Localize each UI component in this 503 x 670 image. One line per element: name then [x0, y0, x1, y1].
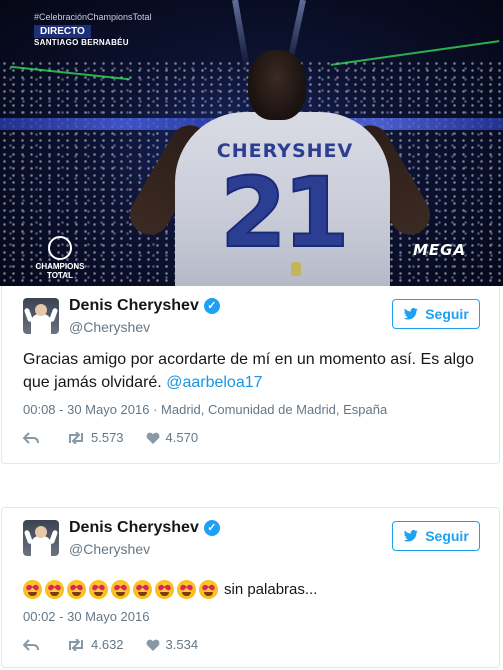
ball-icon [48, 236, 72, 260]
follow-button-label: Seguir [425, 306, 469, 322]
avatar[interactable] [23, 298, 59, 334]
like-count: 3.534 [165, 637, 199, 652]
heart-eyes-emoji-icon [177, 580, 196, 599]
player-head [248, 50, 306, 120]
tweet-card: Denis Cheryshev ✓ @Cheryshev Seguir Grac… [1, 286, 500, 464]
verified-badge-icon: ✓ [203, 298, 220, 314]
location-caption: SANTIAGO BERNABÉU [34, 38, 129, 47]
tweet-actions: 4.632 3.534 [23, 637, 220, 652]
twitter-bird-icon [403, 308, 419, 320]
follow-button[interactable]: Seguir [392, 521, 480, 551]
retweet-count: 4.632 [91, 637, 124, 652]
retweet-button[interactable]: 5.573 [67, 430, 124, 445]
shirt-number-text: 21 [219, 157, 351, 269]
heart-eyes-emoji-icon [45, 580, 64, 599]
emoji-mouth [72, 592, 81, 596]
heart-icon [146, 639, 159, 651]
like-button[interactable]: 3.534 [146, 637, 199, 652]
avatar-shape [35, 304, 47, 316]
heart-eyes-emoji-icon [89, 580, 108, 599]
avatar-shape [35, 526, 47, 538]
author-handle[interactable]: @Cheryshev [69, 541, 150, 557]
reply-button[interactable] [23, 431, 45, 444]
program-logo: CHAMPIONS TOTAL [30, 236, 90, 280]
tweet-body: sin palabras... [224, 581, 318, 598]
reply-button[interactable] [23, 638, 45, 651]
emoji-group [23, 580, 221, 599]
reply-icon [23, 638, 39, 651]
reply-icon [23, 431, 39, 444]
emoji-mouth [160, 592, 169, 596]
emoji-mouth [116, 592, 125, 596]
heart-eyes-emoji-icon [23, 580, 42, 599]
tweet-timestamp[interactable]: 00:08 - 30 Mayo 2016 · Madrid, Comunidad… [23, 402, 387, 417]
tweet-text: Gracias amigo por acordarte de mí en un … [23, 348, 483, 394]
author-handle[interactable]: @Cheryshev [69, 319, 150, 335]
retweet-button[interactable]: 4.632 [67, 637, 124, 652]
heart-eyes-emoji-icon [133, 580, 152, 599]
emoji-mouth [138, 592, 147, 596]
program-logo-text: CHAMPIONS TOTAL [35, 262, 85, 280]
twitter-bird-icon [403, 530, 419, 542]
heart-eyes-emoji-icon [111, 580, 130, 599]
follow-button[interactable]: Seguir [392, 299, 480, 329]
retweet-count: 5.573 [91, 430, 124, 445]
verified-badge-icon: ✓ [203, 520, 220, 536]
avatar-shape [31, 314, 51, 334]
heart-eyes-emoji-icon [155, 580, 174, 599]
tweet-text: sin palabras... [23, 580, 317, 599]
broadcast-hashtag: #CelebraciónChampionsTotal [34, 12, 152, 22]
live-badge: DIRECTO [34, 25, 91, 38]
mention-link[interactable]: @aarbeloa17 [166, 374, 262, 391]
channel-logo: MEGA [413, 241, 467, 259]
emoji-mouth [50, 592, 59, 596]
like-count: 4.570 [165, 430, 199, 445]
like-button[interactable]: 4.570 [146, 430, 199, 445]
heart-eyes-emoji-icon [199, 580, 218, 599]
avatar[interactable] [23, 520, 59, 556]
broadcast-video-frame: CHERYSHEV 21 #CelebraciónChampionsTotal … [0, 0, 503, 286]
author-row: Denis Cheryshev ✓ [69, 297, 220, 315]
follow-button-label: Seguir [425, 528, 469, 544]
heart-eyes-emoji-icon [67, 580, 86, 599]
club-crest-icon [291, 262, 301, 276]
tweet-card: Denis Cheryshev ✓ @Cheryshev Seguir sin … [1, 507, 500, 668]
avatar-shape [31, 536, 51, 556]
tweet-timestamp[interactable]: 00:02 - 30 Mayo 2016 [23, 609, 149, 624]
retweet-icon [69, 638, 83, 651]
tweet-actions: 5.573 4.570 [23, 430, 220, 445]
emoji-mouth [28, 592, 37, 596]
emoji-mouth [94, 592, 103, 596]
author-row: Denis Cheryshev ✓ [69, 519, 220, 537]
emoji-mouth [182, 592, 191, 596]
author-name[interactable]: Denis Cheryshev [69, 519, 199, 537]
emoji-mouth [204, 592, 213, 596]
heart-icon [146, 432, 159, 444]
retweet-icon [69, 431, 83, 444]
author-name[interactable]: Denis Cheryshev [69, 297, 199, 315]
